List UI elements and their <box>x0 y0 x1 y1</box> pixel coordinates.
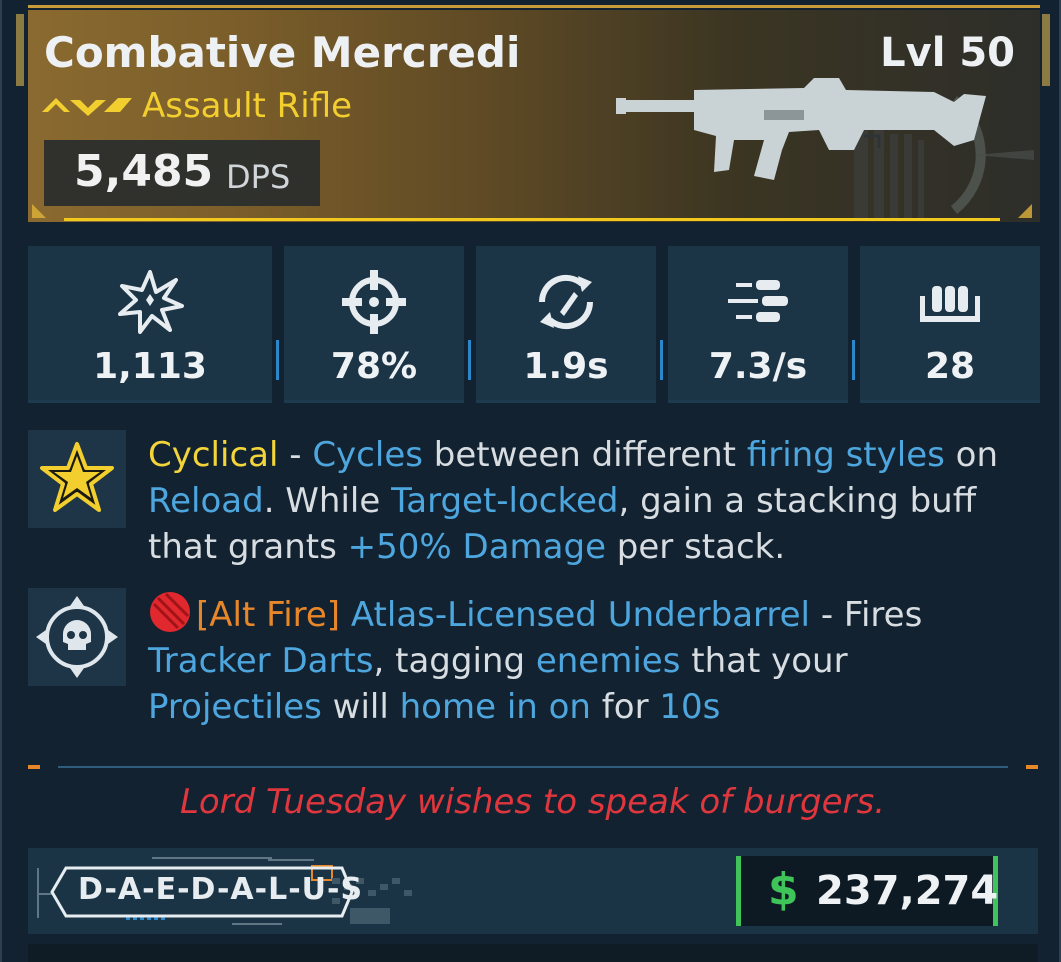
perk-altfire-icon-box[interactable] <box>28 588 126 686</box>
perk-keyword: Cycles <box>312 435 423 475</box>
stat-value: 1.9s <box>523 346 609 387</box>
divider-line <box>58 766 1008 768</box>
manufacturer-name: D-A-E-D-A-L-U-S <box>78 872 364 907</box>
header-corner <box>32 204 46 218</box>
stat-separator <box>852 340 855 380</box>
perk-text-part <box>340 595 351 635</box>
perk-name: Atlas-Licensed Underbarrel <box>350 595 811 635</box>
perk-cyclical-text: Cyclical - Cycles between different firi… <box>148 432 1018 570</box>
divider-dash <box>28 765 40 769</box>
alt-fire-red-orb-icon <box>150 592 190 632</box>
perk-text-part: for <box>590 687 660 727</box>
stat-separator <box>276 340 279 380</box>
dps-value: 5,485 <box>74 146 214 197</box>
stat-value: 7.3/s <box>708 346 808 387</box>
header-side-marker <box>16 14 24 86</box>
perk-keyword: firing styles <box>746 435 945 475</box>
perk-text-part: . While <box>263 481 392 521</box>
dps-label: DPS <box>226 158 291 196</box>
weapon-level: Lvl 50 <box>880 30 1015 76</box>
rarity-chevrons-icon <box>42 98 132 116</box>
fire-rate-icon <box>728 280 788 322</box>
flavor-text: Lord Tuesday wishes to speak of burgers. <box>179 782 886 822</box>
perk-keyword: Tracker Darts <box>148 641 374 681</box>
perk-keyword: enemies <box>535 641 681 681</box>
weapon-name: Combative Mercredi <box>44 28 521 77</box>
perk-keyword: 10s <box>659 687 721 727</box>
perk-text-part: that your <box>680 641 848 681</box>
perk-text-part: - Fires <box>810 595 923 635</box>
perk-text-part: between different <box>422 435 747 475</box>
perk-text-part: , tagging <box>373 641 536 681</box>
assault-rifle-icon <box>616 78 1034 220</box>
star-burst-icon <box>40 442 114 512</box>
stat-separator <box>660 340 663 380</box>
stat-fire-rate[interactable]: 7.3/s <box>668 246 848 403</box>
stat-reload[interactable]: 1.9s <box>476 246 656 403</box>
damage-burst-icon <box>118 270 184 334</box>
dollar-icon: $ <box>768 864 799 915</box>
rarity-line <box>64 218 1000 221</box>
magazine-icon <box>920 286 980 322</box>
perk-keyword: Reload <box>148 481 264 521</box>
perk-altfire-text: [Alt Fire] Atlas-Licensed Underbarrel - … <box>148 590 1018 730</box>
perk-text-part: will <box>321 687 400 727</box>
item-card: Combative Mercredi Lvl 50 Assault Rifle … <box>0 0 1061 962</box>
weapon-type: Assault Rifle <box>142 86 353 126</box>
stat-separator <box>468 340 471 380</box>
header-side-marker <box>1042 14 1050 86</box>
header-corner <box>1018 204 1032 218</box>
perk-text-part: on <box>944 435 999 475</box>
perk-cyclical-icon-box[interactable] <box>28 430 126 528</box>
perk-text-part: per stack. <box>606 527 786 567</box>
divider-dash <box>1026 765 1038 769</box>
stat-value: 28 <box>924 346 976 387</box>
crosshair-icon <box>342 270 406 334</box>
stat-value: 1,113 <box>93 346 207 387</box>
perk-text-part: - <box>278 435 313 475</box>
perk-keyword: +50% Damage <box>347 527 606 567</box>
skull-target-icon <box>36 596 118 678</box>
header-top-line <box>28 5 1040 8</box>
stat-value: 78% <box>330 346 418 387</box>
alt-fire-tag: [Alt Fire] <box>196 595 341 635</box>
card-bottom-edge <box>28 944 1038 962</box>
perk-keyword: Target-locked <box>391 481 619 521</box>
perk-keyword: Projectiles <box>148 687 322 727</box>
perk-keyword: home in on <box>399 687 591 727</box>
stat-magazine[interactable]: 28 <box>860 246 1040 403</box>
stat-accuracy[interactable]: 78% <box>284 246 464 403</box>
stat-damage[interactable]: 1,113 <box>28 246 272 403</box>
perk-name: Cyclical <box>148 435 279 475</box>
price-value: 237,274 <box>816 868 999 914</box>
reload-icon <box>538 274 594 330</box>
